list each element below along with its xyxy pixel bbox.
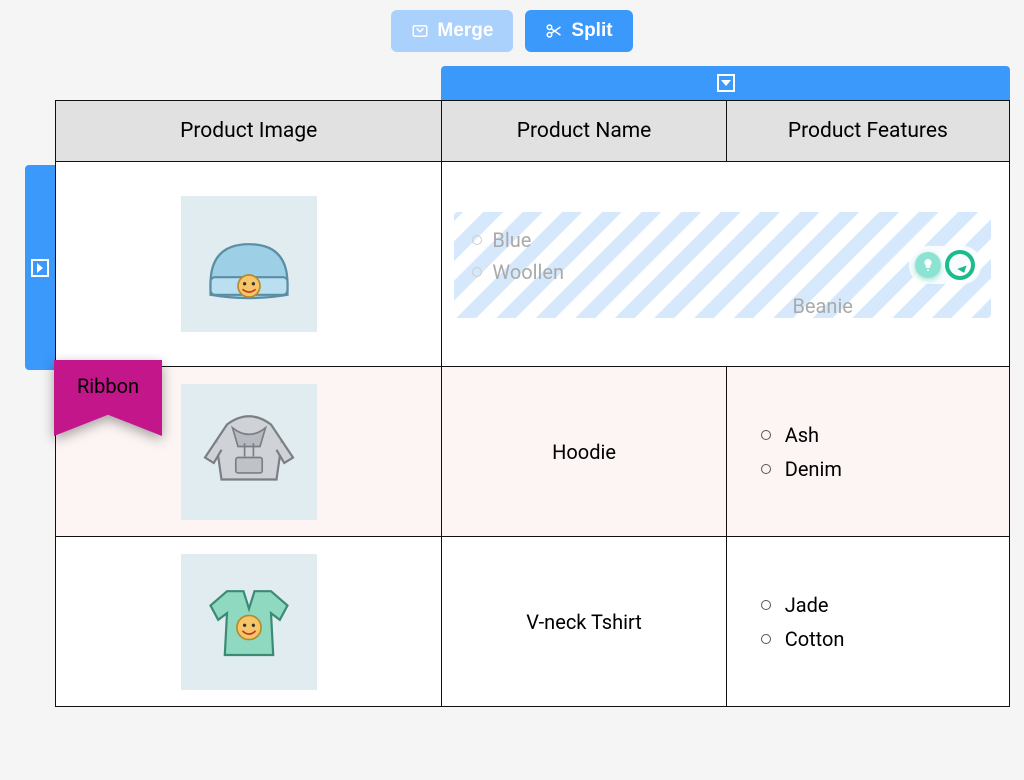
feature-item: Blue bbox=[472, 224, 973, 256]
ribbon-badge: Ribbon bbox=[54, 360, 162, 436]
header-name: Product Name bbox=[442, 101, 726, 162]
product-thumbnail-vneck bbox=[181, 554, 317, 690]
split-button[interactable]: Split bbox=[525, 10, 632, 52]
merge-icon bbox=[411, 22, 429, 40]
grammarly-widget[interactable] bbox=[909, 246, 981, 284]
table-row[interactable]: Ribbon bbox=[56, 367, 1010, 537]
table-row[interactable]: Blue Woollen Beanie bbox=[56, 162, 1010, 367]
row-selection-handle[interactable] bbox=[25, 165, 55, 370]
product-name: Hoodie bbox=[552, 440, 616, 464]
cell-image[interactable]: Ribbon bbox=[56, 367, 442, 537]
lightbulb-icon bbox=[915, 252, 941, 278]
product-name: V-neck Tshirt bbox=[526, 610, 642, 634]
merge-button-label: Merge bbox=[437, 20, 493, 42]
table-container: Product Image Product Name Product Featu… bbox=[55, 100, 1010, 707]
grammarly-icon bbox=[945, 250, 975, 280]
cell-features[interactable]: Ash Denim bbox=[726, 367, 1009, 537]
chevron-right-icon bbox=[31, 259, 49, 277]
header-image: Product Image bbox=[56, 101, 442, 162]
feature-item: Jade bbox=[761, 588, 999, 622]
toolbar: Merge Split bbox=[0, 0, 1024, 66]
feature-item: Ash bbox=[761, 418, 999, 452]
ribbon-label: Ribbon bbox=[77, 374, 139, 398]
feature-item: Woollen bbox=[472, 256, 973, 288]
header-features: Product Features bbox=[726, 101, 1009, 162]
merge-button[interactable]: Merge bbox=[391, 10, 513, 52]
merged-name-features-cell[interactable]: Blue Woollen Beanie bbox=[442, 162, 1010, 367]
merged-cell-content: Blue Woollen Beanie bbox=[454, 212, 991, 318]
cell-image[interactable] bbox=[56, 537, 442, 707]
column-selection-handle[interactable] bbox=[441, 66, 1010, 100]
product-thumbnail-hoodie bbox=[181, 384, 317, 520]
scissors-icon bbox=[545, 22, 563, 40]
feature-item: Cotton bbox=[761, 622, 999, 656]
product-table: Product Image Product Name Product Featu… bbox=[55, 100, 1010, 707]
cell-image[interactable] bbox=[56, 162, 442, 367]
cell-features[interactable]: Jade Cotton bbox=[726, 537, 1009, 707]
chevron-down-icon bbox=[717, 74, 735, 92]
product-name: Beanie bbox=[672, 294, 973, 318]
feature-item: Denim bbox=[761, 452, 999, 486]
cell-name[interactable]: Hoodie bbox=[442, 367, 726, 537]
table-row[interactable]: V-neck Tshirt Jade Cotton bbox=[56, 537, 1010, 707]
split-button-label: Split bbox=[571, 20, 612, 42]
cell-name[interactable]: V-neck Tshirt bbox=[442, 537, 726, 707]
product-thumbnail-beanie bbox=[181, 196, 317, 332]
